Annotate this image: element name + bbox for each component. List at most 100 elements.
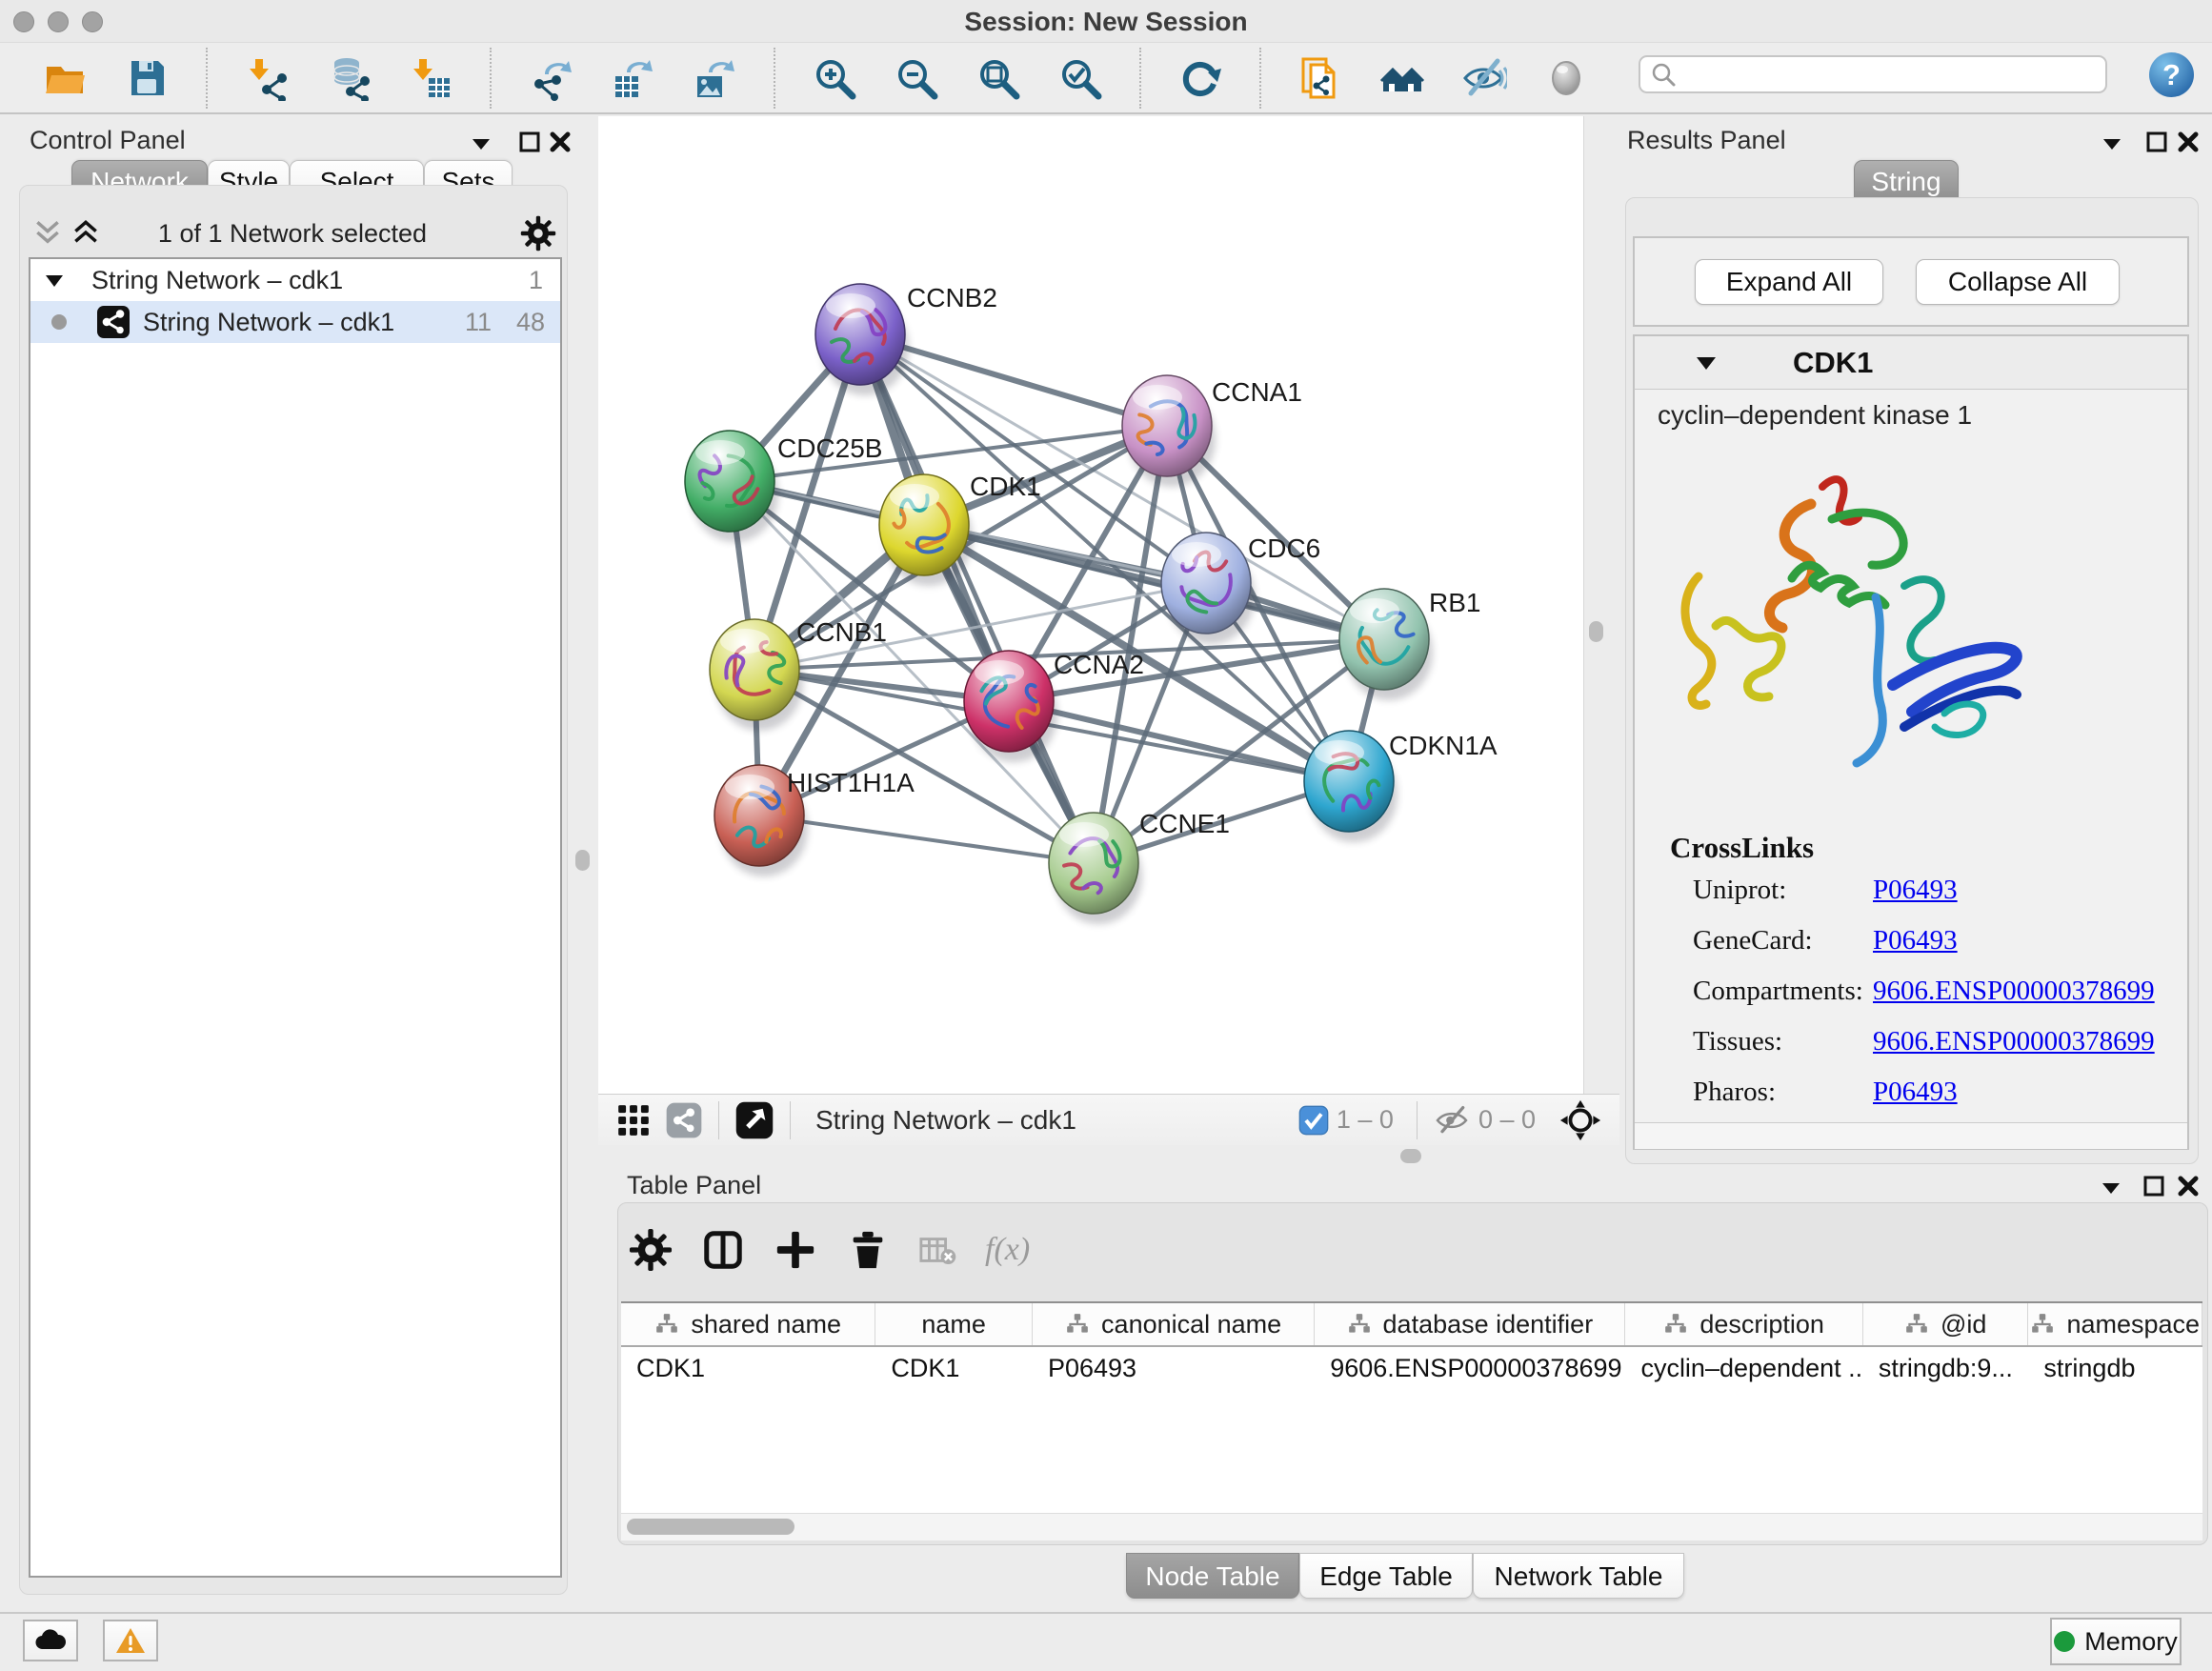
open-session-icon[interactable] [42,55,88,101]
table-cell[interactable]: stringdb:9... [1863,1347,2029,1389]
columns-icon[interactable] [701,1228,745,1272]
control-panel-close-icon[interactable] [548,130,573,154]
refresh-icon[interactable] [1177,55,1223,101]
collapse-triangle-icon[interactable] [1694,351,1719,375]
column-header[interactable]: shared name [621,1303,875,1345]
memory-button[interactable]: Memory [2050,1618,2182,1665]
tab-network-table[interactable]: Network Table [1473,1553,1684,1599]
results-panel-close-icon[interactable] [2176,130,2201,154]
export-image-icon[interactable] [692,55,737,101]
table-cell[interactable]: cyclin–dependent ... [1625,1347,1862,1389]
bottom-splitter-grip[interactable] [1400,1149,1421,1163]
crosslink-label: Tissues: [1693,1026,1782,1057]
network-row-selected[interactable]: String Network – cdk1 11 48 [30,301,560,343]
import-table-icon[interactable] [408,55,453,101]
search-field[interactable] [1639,55,2107,93]
crosslink-link[interactable]: 9606.ENSP00000378699 [1873,976,2155,1007]
warning-button[interactable] [103,1620,158,1661]
trash-icon[interactable] [846,1228,890,1272]
table-scrollbar-thumb[interactable] [627,1519,794,1535]
table-cell[interactable]: CDK1 [875,1347,1033,1389]
column-type-icon [1904,1312,1929,1337]
node-label: CDK1 [970,472,1041,501]
share-view-icon[interactable] [665,1101,703,1139]
column-header[interactable]: name [875,1303,1033,1345]
delete-table-icon [918,1228,956,1272]
zoom-fit-icon[interactable] [975,55,1021,101]
results-scrollbar-track[interactable] [1635,1122,2187,1149]
gear-icon[interactable] [629,1228,673,1272]
collapse-triangle-icon[interactable] [44,271,65,292]
table-cell[interactable]: 9606.ENSP00000378699 [1315,1347,1625,1389]
node-gloss [720,629,770,654]
import-database-icon[interactable] [326,55,372,101]
control-panel-menu-icon[interactable] [469,131,493,156]
grid-icon[interactable] [615,1102,652,1138]
toolbar-divider [774,48,775,109]
export-table-icon[interactable] [610,55,655,101]
table-row[interactable]: CDK1CDK1P064939606.ENSP00000378699cyclin… [621,1347,2202,1389]
network-list: String Network – cdk1 1 String Network –… [29,257,562,1578]
column-header[interactable]: canonical name [1033,1303,1315,1345]
results-panel-float-icon[interactable] [2144,130,2169,154]
selected-checkbox-icon[interactable] [1298,1105,1329,1136]
home-icon[interactable] [1379,55,1425,101]
status-bar: Memory [0,1612,2212,1671]
share-document-icon[interactable] [1297,55,1343,101]
export-network-icon[interactable] [528,55,573,101]
table-toolbar: f(x) [629,1223,1030,1277]
results-panel-title: Results Panel [1627,126,1786,155]
hidden-eye-icon[interactable] [1433,1101,1471,1139]
gene-section-header[interactable]: CDK1 [1633,334,2189,390]
cloud-button[interactable] [23,1620,78,1661]
zoom-in-icon[interactable] [812,55,857,101]
table-panel-menu-icon[interactable] [2099,1176,2123,1200]
tab-node-table[interactable]: Node Table [1126,1553,1299,1599]
gear-icon[interactable] [520,215,556,252]
control-panel-float-icon[interactable] [517,130,542,154]
zoom-out-icon[interactable] [894,55,939,101]
network-type-badge [97,306,130,338]
table-cell[interactable]: stringdb [2028,1347,2202,1389]
table-cell[interactable]: CDK1 [621,1347,875,1389]
birdseye-icon[interactable] [734,1100,774,1140]
table-scrollbar-track[interactable] [621,1513,2202,1540]
column-header[interactable]: database identifier [1315,1303,1625,1345]
crosslink-link[interactable]: P06493 [1873,1077,1958,1108]
results-panel-menu-icon[interactable] [2100,131,2124,156]
column-header[interactable]: @id [1863,1303,2029,1345]
table-panel-float-icon[interactable] [2142,1174,2166,1198]
selected-count: 1 – 0 [1337,1105,1394,1135]
tab-string[interactable]: String [1854,160,1959,202]
footer-divider [718,1101,719,1139]
column-header[interactable]: namespace [2028,1303,2202,1345]
node-label: CCNA2 [1054,650,1144,679]
help-button[interactable]: ? [2149,52,2194,97]
save-session-icon[interactable] [124,55,170,101]
tab-edge-table[interactable]: Edge Table [1299,1553,1473,1599]
hide-glass-icon[interactable] [1461,55,1507,101]
crosslink-link[interactable]: 9606.ENSP00000378699 [1873,1026,2155,1057]
network-collection-row[interactable]: String Network – cdk1 1 [30,259,560,301]
collapse-all-button[interactable]: Collapse All [1916,259,2120,305]
crosslink-link[interactable]: P06493 [1873,875,1958,906]
column-type-icon [2030,1312,2055,1337]
expand-all-button[interactable]: Expand All [1695,259,1883,305]
column-type-icon [1347,1312,1372,1337]
search-input[interactable] [1677,59,2105,91]
node-gloss [1315,740,1364,765]
network-node-count: 11 [465,301,492,343]
table-panel-close-icon[interactable] [2176,1174,2201,1198]
add-column-icon[interactable] [774,1228,817,1272]
zoom-selected-icon[interactable] [1057,55,1103,101]
crosslink-link[interactable]: P06493 [1873,925,1958,956]
left-splitter-grip[interactable] [575,850,590,871]
sphere-icon[interactable] [1543,55,1589,101]
right-splitter-grip[interactable] [1589,621,1603,642]
column-header[interactable]: description [1625,1303,1862,1345]
network-canvas[interactable]: CCNB2CCNA1CDC25BCDK1CDC6RB1CCNB1CCNA2CDK… [598,116,1584,1094]
node-table[interactable]: shared namenamecanonical namedatabase id… [621,1301,2202,1513]
crosshair-icon[interactable] [1558,1098,1602,1142]
table-cell[interactable]: P06493 [1033,1347,1315,1389]
import-network-icon[interactable] [244,55,290,101]
